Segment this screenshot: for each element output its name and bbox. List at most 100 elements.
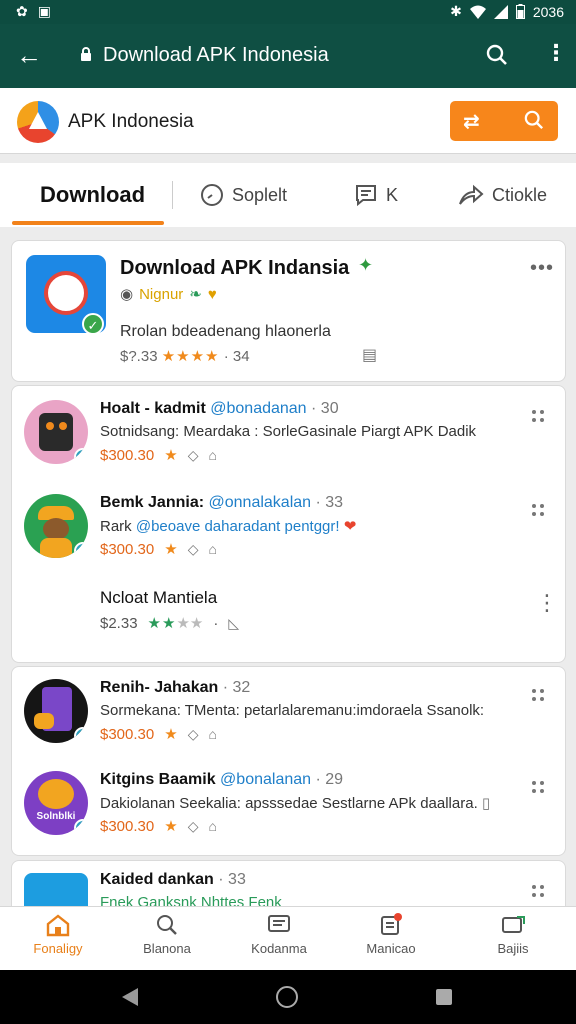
app-description: Sormekana: TMenta: petarlalaremanu:imdor…	[100, 702, 485, 719]
nav-item-chat[interactable]: Kodanma	[229, 913, 329, 956]
app-list-card-1: Hoalt - kadmit @bonadanan · 30 Sotnidsan…	[11, 385, 566, 663]
more-vert-icon[interactable]: ⋮	[545, 42, 567, 64]
nav-item-notifications[interactable]: Manicao	[341, 913, 441, 956]
tag-icon[interactable]: ◇	[188, 818, 199, 835]
avatar	[24, 494, 88, 558]
app-price: $300.30	[100, 817, 155, 835]
avatar: Solnblki	[24, 771, 88, 835]
app-name: Kitgins Baamik @bonalanan · 29	[100, 771, 344, 788]
search-icon	[157, 915, 177, 935]
star-icon: ★	[164, 818, 178, 835]
tab-label: Soplelt	[232, 184, 288, 205]
featured-app-title: Download APK Indansia	[120, 257, 350, 279]
app-name: Hoalt - kadmit @bonadanan · 30	[100, 400, 339, 417]
app-logo	[17, 101, 59, 143]
store-icon[interactable]: ⌂	[208, 818, 216, 834]
nav-label: Kodanma	[251, 941, 307, 956]
nav-home-icon[interactable]	[276, 986, 298, 1008]
store-icon[interactable]: ⌂	[208, 541, 216, 557]
shuffle-icon: ⇄	[463, 111, 480, 133]
app-bar: ← Download APK Indonesia ⋮	[0, 24, 576, 88]
nav-item-search[interactable]: Blanona	[117, 913, 217, 956]
brand-search-button[interactable]: ⇄	[450, 101, 558, 141]
message-icon	[356, 185, 376, 207]
search-icon	[524, 110, 544, 130]
star-icon: ★	[164, 447, 178, 464]
list-item[interactable]: Solnblki Kitgins Baamik @bonalanan · 29 …	[12, 771, 567, 861]
heart-icon: ❤	[343, 518, 357, 535]
featured-app-card[interactable]: ✓ Download APK Indansia ✦ ••• ◉ Nignur ❧…	[11, 240, 566, 382]
app-price: $300.30	[100, 725, 155, 743]
featured-app-icon: ✓	[26, 255, 106, 335]
more-icon[interactable]	[532, 410, 548, 424]
gallery-icon: ▣	[37, 3, 51, 19]
nav-item-home[interactable]: Fonaligy	[8, 913, 108, 956]
app-description: Dakiolanan Seekalia: apsssedae Sestlarne…	[100, 795, 491, 812]
more-icon[interactable]	[532, 504, 548, 518]
nav-recents-icon[interactable]	[436, 989, 452, 1005]
app-price: $300.30	[100, 540, 155, 558]
nav-label: Manicao	[366, 941, 416, 956]
tag-icon[interactable]: ◇	[188, 726, 199, 743]
app-name: Renih- Jahakan · 32	[100, 679, 251, 696]
search-icon[interactable]	[486, 44, 508, 66]
rating-stars: ★★★★	[147, 615, 204, 632]
status-bar: ✿ ▣ ✱ 2036	[0, 0, 576, 24]
chat-icon	[268, 915, 290, 932]
more-horiz-icon[interactable]: •••	[530, 257, 554, 280]
bottom-nav: Fonaligy Blanona Kodanma Manicao Bajiis	[0, 906, 576, 970]
arrow-left-icon[interactable]: ←	[16, 42, 42, 68]
page-title: Download APK Indonesia	[103, 44, 329, 66]
more-icon[interactable]	[532, 781, 548, 795]
apps-icon	[502, 916, 525, 933]
wifi-icon	[469, 5, 486, 19]
more-vert-icon[interactable]: ⋮	[536, 590, 559, 616]
list-item[interactable]: Renih- Jahakan · 32 Sormekana: TMenta: p…	[12, 679, 567, 769]
app-list-card-2: Renih- Jahakan · 32 Sormekana: TMenta: p…	[11, 666, 566, 856]
tag-icon[interactable]: ◇	[188, 541, 199, 558]
app-description: Sotnidsang: Meardaka : SorleGasinale Pia…	[100, 423, 477, 440]
status-time: 2036	[532, 3, 564, 20]
tag-icon[interactable]: ◇	[188, 447, 199, 464]
more-icon[interactable]	[532, 885, 548, 899]
brand-name: APK Indonesia	[68, 111, 194, 132]
featured-rating-count: · 34	[223, 348, 250, 365]
nav-label: Blanona	[143, 941, 191, 956]
app-price-row: $300.30 ★ ◇ ⌂	[100, 446, 217, 465]
rating-stars: ★★★★	[161, 348, 220, 365]
list-item[interactable]: Ncloat Mantiela $2.33 ★★★★ · ◺ ⋮	[12, 588, 567, 648]
clock-icon	[201, 184, 223, 206]
battery-icon	[515, 4, 525, 19]
lock-icon	[81, 47, 91, 61]
home-icon	[46, 914, 70, 937]
list-item[interactable]: Hoalt - kadmit @bonadanan · 30 Sotnidsan…	[12, 400, 567, 490]
featured-meta: ◉ Nignur ❧ ♥	[120, 285, 217, 304]
document-icon[interactable]: ▤	[362, 345, 377, 365]
store-icon[interactable]: ⌂	[208, 447, 216, 463]
app-price-row: $2.33 ★★★★ · ◺	[100, 614, 239, 633]
leaf-icon: ❧	[189, 286, 202, 303]
star-icon: ★	[164, 541, 178, 558]
tab-soplelt[interactable]: Soplelt	[200, 163, 287, 227]
tab-ctiokle[interactable]: Ctiokle	[458, 163, 547, 227]
copy-icon: ▯	[481, 795, 491, 812]
tab-download[interactable]: Download	[40, 163, 145, 227]
list-item[interactable]: Bemk Jannia: @onnalakalan · 33 Rark @beo…	[12, 494, 567, 584]
chart-icon[interactable]: ◺	[228, 615, 239, 632]
tab-label: Ctiokle	[492, 184, 548, 205]
notifications-icon	[381, 913, 402, 935]
more-icon[interactable]	[532, 689, 548, 703]
featured-rating: $?.33 ★★★★ · 34	[120, 347, 250, 365]
tab-k[interactable]: K	[354, 163, 398, 227]
rating-separator: ·	[213, 614, 219, 632]
nav-back-icon[interactable]	[122, 988, 138, 1006]
globe-icon: ◉	[120, 286, 134, 303]
nav-item-apps[interactable]: Bajiis	[463, 913, 563, 956]
nav-label: Bajiis	[497, 941, 529, 956]
store-icon[interactable]: ⌂	[208, 726, 216, 742]
tab-indicator	[12, 221, 164, 225]
tab-label: Download	[40, 182, 146, 207]
share-icon	[459, 184, 484, 205]
avatar	[24, 400, 88, 464]
app-name: Ncloat Mantiela	[100, 588, 218, 607]
